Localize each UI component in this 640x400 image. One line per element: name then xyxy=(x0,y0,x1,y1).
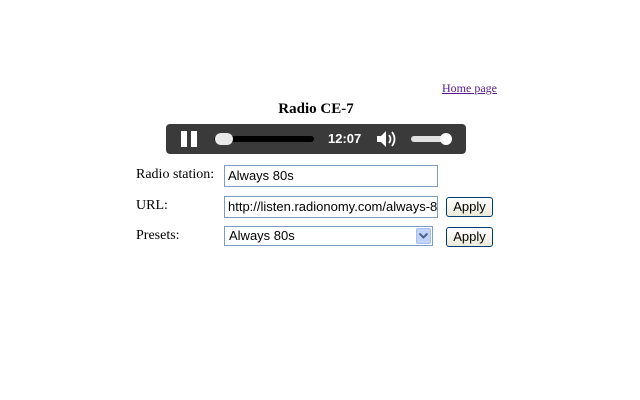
chevron-down-icon[interactable] xyxy=(416,228,431,244)
pause-icon xyxy=(181,131,187,147)
presets-selected-value: Always 80s xyxy=(229,228,295,243)
radio-station-input[interactable] xyxy=(224,165,438,187)
home-page-link[interactable]: Home page xyxy=(442,81,497,96)
pause-button[interactable] xyxy=(181,131,199,147)
apply-preset-button[interactable]: Apply xyxy=(446,227,493,247)
apply-url-button[interactable]: Apply xyxy=(446,197,493,217)
speaker-icon[interactable] xyxy=(376,130,400,148)
time-display: 12:07 xyxy=(328,131,362,146)
volume-handle[interactable] xyxy=(440,133,452,145)
page-title: Radio CE-7 xyxy=(278,101,354,117)
seek-handle[interactable] xyxy=(215,133,233,145)
radio-station-label: Radio station: xyxy=(136,167,215,182)
presets-select[interactable]: Always 80s xyxy=(224,226,433,246)
url-label: URL: xyxy=(136,198,168,213)
presets-label: Presets: xyxy=(136,228,180,243)
url-input[interactable] xyxy=(224,196,438,218)
audio-player: 12:07 xyxy=(166,124,466,154)
